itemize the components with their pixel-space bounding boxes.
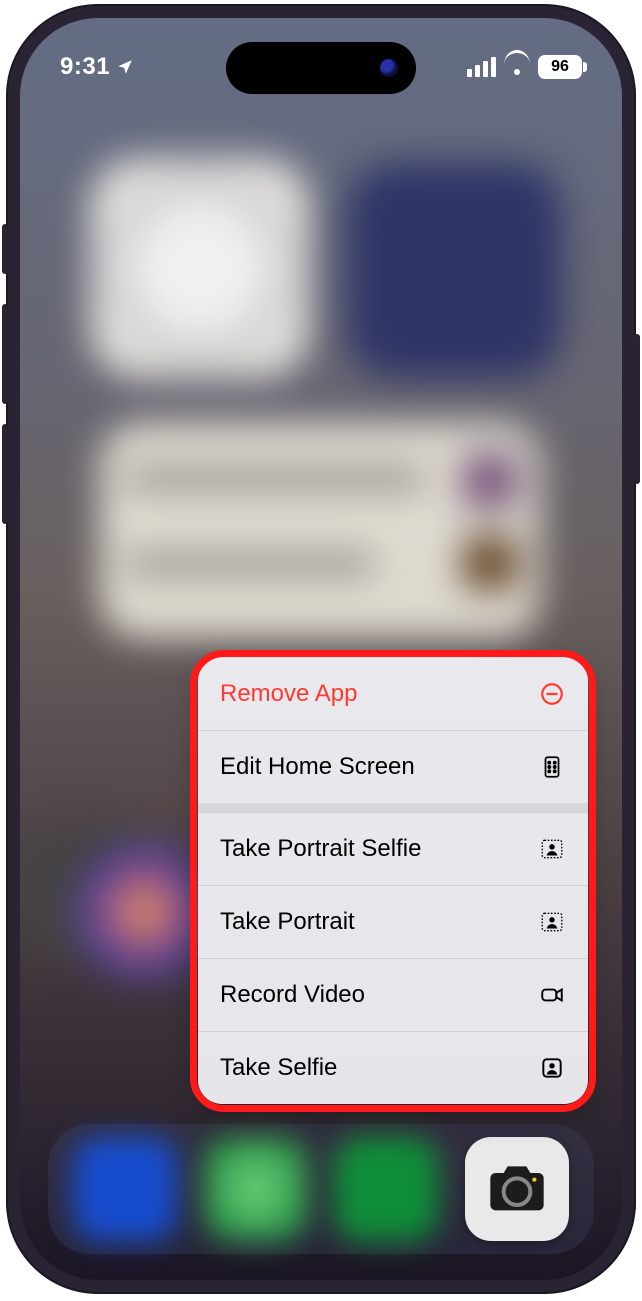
wifi-icon [504,57,530,77]
clock-widget-blurred [90,158,310,378]
apps-grid-icon [538,753,566,781]
menu-item-remove-app[interactable]: Remove App [198,657,588,730]
dynamic-island [226,42,416,94]
menu-item-take-portrait[interactable]: Take Portrait [198,885,588,958]
side-button [634,334,640,484]
dock-app-blurred [73,1137,177,1241]
cellular-signal-icon [467,57,496,77]
menu-section-divider [198,803,588,812]
menu-item-label: Take Portrait [220,908,355,936]
menu-item-take-portrait-selfie[interactable]: Take Portrait Selfie [198,812,588,885]
battery-level: 96 [551,58,569,76]
dock-app-blurred [334,1137,438,1241]
menu-item-label: Take Selfie [220,1054,337,1082]
dock [48,1124,594,1254]
person-square-icon [538,1054,566,1082]
menu-item-label: Take Portrait Selfie [220,835,421,863]
person-depth-icon [538,835,566,863]
menu-item-label: Edit Home Screen [220,753,415,781]
battery-indicator: 96 [538,55,582,79]
camera-icon [485,1157,549,1221]
menu-item-take-selfie[interactable]: Take Selfie [198,1031,588,1104]
dock-app-blurred [204,1137,308,1241]
screen: 9:31 96 Remove App Edit Home Screen [20,18,622,1280]
location-icon [116,58,134,76]
person-depth-icon [538,908,566,936]
menu-item-record-video[interactable]: Record Video [198,958,588,1031]
camera-app-icon[interactable] [465,1137,569,1241]
menu-item-label: Record Video [220,981,365,1009]
volume-up-button [2,304,8,404]
widget-blurred [347,163,562,378]
video-camera-icon [538,981,566,1009]
status-time: 9:31 [60,53,110,81]
haptic-touch-context-menu: Remove App Edit Home Screen Take Portrai… [198,657,588,1104]
photos-app-blurred [80,848,208,976]
list-widget-blurred [100,423,540,638]
volume-down-button [2,424,8,524]
silent-switch [2,224,8,274]
iphone-frame: 9:31 96 Remove App Edit Home Screen [6,4,636,1294]
menu-item-label: Remove App [220,680,357,708]
remove-circle-icon [538,680,566,708]
menu-item-edit-home-screen[interactable]: Edit Home Screen [198,730,588,803]
